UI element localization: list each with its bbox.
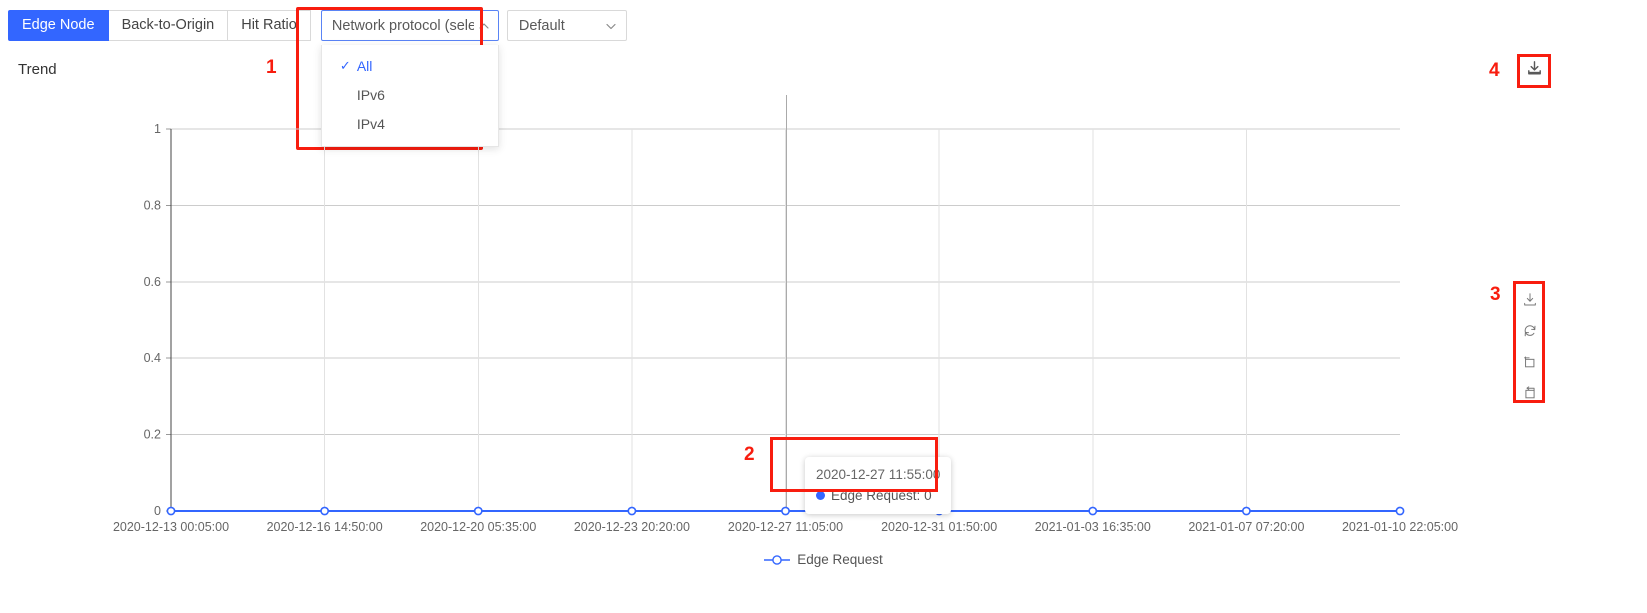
annotation-number-1: 1	[266, 57, 277, 79]
x-axis-tick-label: 2021-01-10 22:05:00	[1342, 520, 1458, 534]
network-protocol-select[interactable]: Network protocol (selecte	[321, 10, 499, 41]
series-point[interactable]	[628, 507, 635, 514]
y-axis-tick-label: 0.8	[144, 198, 161, 212]
x-axis-tick-label: 2020-12-27 11:05:00	[728, 520, 843, 534]
dropdown-option-all[interactable]: ✓ All	[322, 51, 498, 80]
series-point[interactable]	[1243, 507, 1250, 514]
network-protocol-select-value: Network protocol (selecte	[332, 18, 474, 34]
dropdown-option-ipv4[interactable]: IPv4	[322, 109, 498, 138]
chart-tooltip: 2020-12-27 11:55:00 Edge Request: 0	[805, 457, 951, 514]
tab-edge-node[interactable]: Edge Node	[8, 10, 109, 41]
chart-legend: Edge Request	[0, 552, 1647, 567]
tooltip-series-value: Edge Request: 0	[831, 486, 932, 506]
x-axis-tick-label: 2020-12-31 01:50:00	[881, 520, 997, 534]
metric-tab-group: Edge Node Back-to-Origin Hit Ratio	[8, 10, 311, 41]
x-axis-tick-label: 2020-12-16 14:50:00	[267, 520, 383, 534]
tab-hit-ratio[interactable]: Hit Ratio	[228, 10, 311, 41]
download-button[interactable]	[1519, 56, 1549, 86]
download-icon	[1525, 59, 1544, 83]
y-axis-tick-label: 0	[154, 504, 161, 518]
x-axis-tick-label: 2020-12-20 05:35:00	[420, 520, 536, 534]
annotation-number-4: 4	[1489, 60, 1500, 82]
legend-marker-icon[interactable]	[764, 554, 790, 566]
check-icon: ✓	[340, 58, 354, 74]
page-title: Trend	[18, 61, 57, 78]
y-axis-tick-label: 1	[154, 122, 161, 136]
page-root: Edge Node Back-to-Origin Hit Ratio Netwo…	[0, 0, 1647, 613]
preset-select[interactable]: Default	[507, 10, 627, 41]
dropdown-option-all-label: All	[357, 58, 373, 74]
series-point[interactable]	[321, 507, 328, 514]
y-axis-tick-label: 0.4	[144, 351, 161, 365]
top-toolbar: Edge Node Back-to-Origin Hit Ratio Netwo…	[8, 10, 627, 41]
tab-back-to-origin-label: Back-to-Origin	[122, 18, 215, 33]
series-point[interactable]	[782, 507, 789, 514]
x-axis-tick-label: 2021-01-07 07:20:00	[1188, 520, 1304, 534]
series-color-dot-icon	[816, 491, 825, 500]
tooltip-series-row: Edge Request: 0	[816, 486, 940, 506]
dropdown-option-ipv4-label: IPv4	[357, 116, 385, 132]
network-protocol-dropdown: ✓ All IPv6 IPv4	[321, 45, 499, 147]
chevron-down-icon	[605, 20, 617, 32]
series-point[interactable]	[1396, 507, 1403, 514]
series-point[interactable]	[167, 507, 174, 514]
series-point[interactable]	[1089, 507, 1096, 514]
series-point[interactable]	[475, 507, 482, 514]
preset-select-value: Default	[519, 18, 565, 34]
y-axis-tick-label: 0.2	[144, 428, 161, 442]
dropdown-option-ipv6[interactable]: IPv6	[322, 80, 498, 109]
dropdown-option-ipv6-label: IPv6	[357, 87, 385, 103]
network-protocol-select-wrap: Network protocol (selecte ✓ All IPv6	[321, 10, 499, 41]
x-axis-tick-label: 2021-01-03 16:35:00	[1035, 520, 1151, 534]
chevron-up-icon	[478, 20, 490, 32]
tooltip-timestamp: 2020-12-27 11:55:00	[816, 465, 940, 485]
y-axis-tick-label: 0.6	[144, 275, 161, 289]
legend-label[interactable]: Edge Request	[797, 552, 883, 567]
x-axis-tick-label: 2020-12-23 20:20:00	[574, 520, 690, 534]
x-axis-tick-label: 2020-12-13 00:05:00	[113, 520, 229, 534]
tab-back-to-origin[interactable]: Back-to-Origin	[109, 10, 229, 41]
tab-edge-node-label: Edge Node	[22, 18, 95, 33]
tab-hit-ratio-label: Hit Ratio	[241, 18, 297, 33]
